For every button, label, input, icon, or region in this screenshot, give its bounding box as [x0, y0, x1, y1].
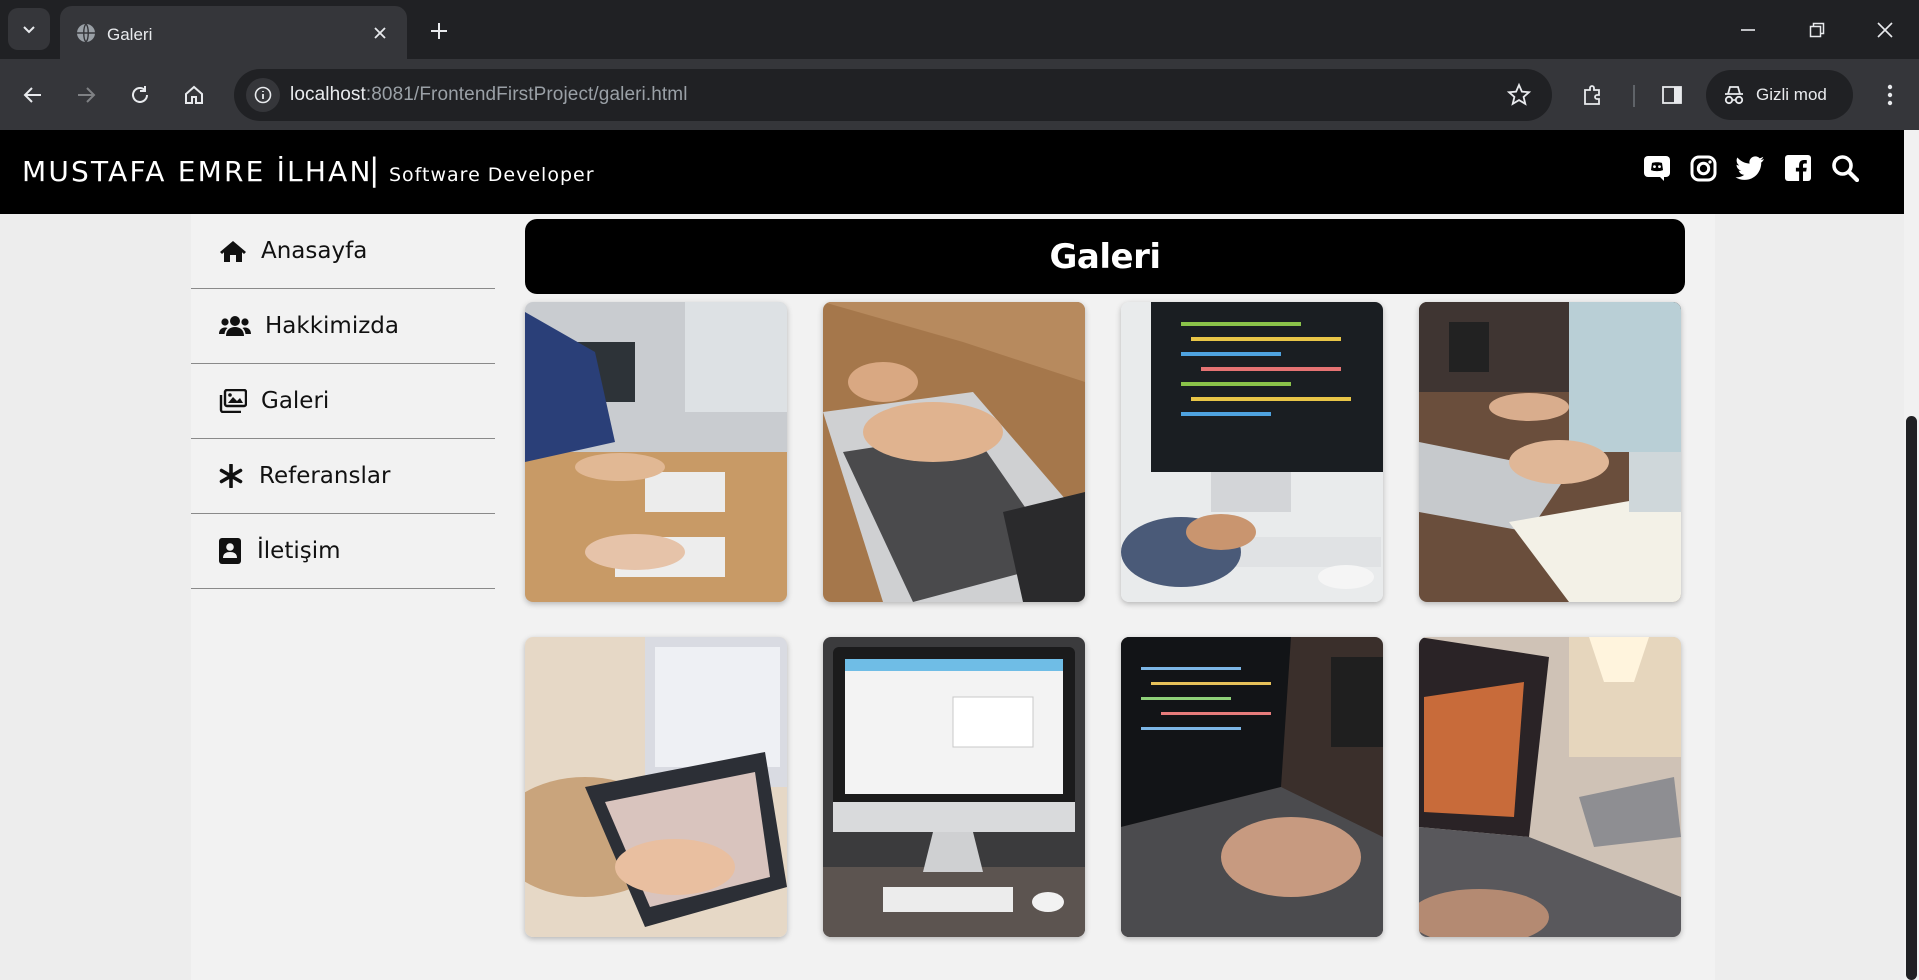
side-panel-icon — [1662, 86, 1682, 104]
page-title: Galeri — [1049, 236, 1162, 277]
more-vert-icon — [1887, 84, 1893, 106]
bookmark-star-button[interactable] — [1506, 82, 1532, 112]
url-host: localhost — [290, 84, 366, 105]
toolbar-divider — [1633, 85, 1635, 107]
sidebar-item-hakkimizda[interactable]: Hakkimizda — [191, 289, 495, 364]
sidebar-nav: Anasayfa Hakkimizda Galeri Referanslar İ… — [191, 214, 495, 589]
tab-search-button[interactable] — [8, 8, 50, 50]
contact-card-icon — [219, 538, 245, 564]
puzzle-icon — [1584, 85, 1600, 105]
star-icon — [1506, 82, 1532, 106]
gallery-photo-6[interactable] — [823, 637, 1085, 937]
back-button[interactable] — [14, 76, 52, 114]
discord-icon[interactable] — [1641, 152, 1673, 184]
tab-title: Galeri — [107, 25, 153, 44]
gallery-photo-8[interactable] — [1419, 637, 1681, 937]
close-icon — [1877, 22, 1893, 38]
restore-icon — [1809, 22, 1825, 38]
info-icon — [254, 86, 272, 104]
extensions-button[interactable] — [1575, 77, 1611, 113]
reload-button[interactable] — [121, 76, 159, 114]
url-text[interactable]: localhost:8081/FrontendFirstProject/gale… — [290, 84, 688, 106]
reload-icon — [132, 86, 148, 103]
globe-icon — [76, 23, 96, 47]
home-icon — [185, 85, 203, 104]
images-icon — [219, 389, 249, 413]
gallery-title-bar: Galeri — [525, 219, 1685, 294]
arrow-right-icon — [78, 87, 96, 103]
sidebar-item-label: İletişim — [257, 538, 341, 564]
twitter-icon[interactable] — [1734, 152, 1766, 184]
brand-name[interactable]: MUSTAFA EMRE İLHAN — [22, 155, 373, 188]
gallery-photo-1[interactable] — [525, 302, 787, 602]
forward-button[interactable] — [67, 76, 105, 114]
search-icon[interactable] — [1829, 152, 1861, 184]
browser-tabstrip: Galeri — [0, 0, 1919, 59]
page-scrollbar[interactable] — [1904, 130, 1919, 980]
facebook-icon[interactable] — [1782, 152, 1814, 184]
arrow-left-icon — [23, 87, 41, 103]
url-path: :8081/FrontendFirstProject/galeri.html — [365, 84, 688, 105]
minimize-icon — [1741, 29, 1755, 31]
sidebar-item-anasayfa[interactable]: Anasayfa — [191, 214, 495, 289]
side-panel-button[interactable] — [1654, 77, 1690, 113]
site-header: MUSTAFA EMRE İLHAN | Software Developer — [0, 130, 1904, 214]
gallery-photo-5[interactable] — [525, 637, 787, 937]
sidebar-item-label: Anasayfa — [261, 238, 368, 264]
page-viewport: MUSTAFA EMRE İLHAN | Software Developer … — [0, 130, 1919, 980]
home-icon — [219, 239, 249, 263]
brand-separator: | — [369, 152, 380, 188]
brand-role: Software Developer — [389, 164, 595, 186]
minimize-button[interactable] — [1725, 10, 1771, 50]
new-tab-button[interactable] — [424, 16, 454, 46]
scrollbar-thumb[interactable] — [1906, 416, 1917, 980]
asterisk-icon — [219, 464, 245, 488]
sidebar-item-iletisim[interactable]: İletişim — [191, 514, 495, 589]
incognito-label: Gizli mod — [1756, 85, 1827, 104]
sidebar-item-label: Referanslar — [259, 463, 391, 489]
gallery-photo-7[interactable] — [1121, 637, 1383, 937]
incognito-icon — [1724, 86, 1744, 105]
home-button[interactable] — [175, 76, 213, 114]
incognito-indicator[interactable]: Gizli mod — [1706, 70, 1853, 120]
browser-toolbar: localhost:8081/FrontendFirstProject/gale… — [0, 59, 1919, 130]
sidebar-item-label: Galeri — [261, 388, 330, 414]
restore-button[interactable] — [1794, 10, 1840, 50]
users-icon — [219, 315, 251, 337]
instagram-icon[interactable] — [1687, 152, 1719, 184]
sidebar-item-referanslar[interactable]: Referanslar — [191, 439, 495, 514]
sidebar-item-galeri[interactable]: Galeri — [191, 364, 495, 439]
browser-tab-active[interactable]: Galeri — [60, 6, 407, 59]
tab-close-button[interactable] — [367, 20, 393, 46]
site-info-button[interactable] — [246, 78, 280, 112]
window-close-button[interactable] — [1862, 10, 1908, 50]
plus-icon — [431, 23, 447, 39]
browser-menu-button[interactable] — [1872, 77, 1908, 113]
close-icon — [374, 27, 386, 39]
content-container: Anasayfa Hakkimizda Galeri Referanslar İ… — [191, 214, 1715, 980]
gallery-photo-3[interactable] — [1121, 302, 1383, 602]
gallery-photo-2[interactable] — [823, 302, 1085, 602]
sidebar-item-label: Hakkimizda — [265, 313, 399, 339]
gallery-photo-4[interactable] — [1419, 302, 1681, 602]
chevron-down-icon — [23, 26, 35, 34]
address-bar[interactable]: localhost:8081/FrontendFirstProject/gale… — [234, 69, 1552, 121]
